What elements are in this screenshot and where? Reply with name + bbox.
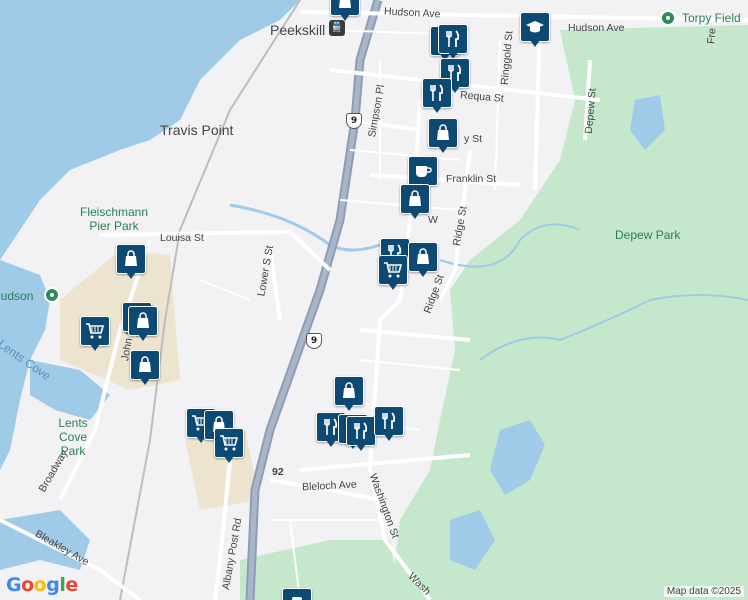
label-depew-park: Depew Park [615,228,681,242]
restaurant-icon [374,406,404,436]
pin-pointer [530,40,540,47]
poi-pin-shopping-bag[interactable] [334,376,364,412]
pin-pointer [344,404,354,411]
label-hudson: Hudson [0,289,34,303]
restaurant-icon [422,78,452,108]
us9-shield-north: 9 [346,113,362,129]
poi-pin-restaurant[interactable] [438,24,468,60]
google-logo-letter: o [33,574,47,596]
hudson-poi-icon[interactable] [44,287,60,303]
label-torpy-field: Torpy Field [682,11,741,25]
pin-pointer [326,440,336,447]
label-travis-point: Travis Point [160,122,234,138]
pin-pointer [138,334,148,341]
torpy-field-poi-icon[interactable] [660,10,676,26]
poi-pin-shopping-cart[interactable] [80,316,110,352]
poi-pin-shopping-cart[interactable] [214,428,244,464]
cafe-icon [408,156,438,186]
label-louisa-st: Louisa St [160,232,204,244]
poi-pin-shopping-bag[interactable] [128,306,158,342]
poi-pin-transit-station[interactable] [282,588,312,600]
map-canvas[interactable]: Peekskill Travis Point Fleischmann Pier … [0,0,748,600]
label-lents-cove-park: Lents Cove Park [58,416,88,458]
poi-pin-shopping-cart[interactable] [378,255,408,291]
shopping-bag-icon [428,118,458,148]
shopping-bag-icon [400,184,430,214]
shopping-cart-icon [378,255,408,285]
pin-pointer [410,212,420,219]
pin-pointer [356,444,366,451]
shopping-bag-icon [130,350,160,380]
pin-pointer [384,434,394,441]
poi-pin-shopping-bag[interactable] [400,184,430,220]
label-fre: Fre [705,27,719,45]
restaurant-icon [438,24,468,54]
transit-station-icon [282,588,312,600]
google-logo-letter: G [6,574,22,596]
pin-pointer [418,270,428,277]
map-data-attribution[interactable]: Map data ©2025 [663,586,744,597]
pin-pointer [388,283,398,290]
google-logo: Google [6,574,78,596]
transit-station-icon[interactable]: 🚆 [329,20,345,36]
us9-highway-inner [247,0,381,600]
shopping-cart-icon [214,428,244,458]
creek-3 [229,203,381,252]
poi-pin-school[interactable] [520,12,550,48]
shopping-bag-icon [128,306,158,336]
pin-pointer [438,146,448,153]
google-logo-letter: g [46,574,60,596]
pin-pointer [224,456,234,463]
poi-pin-shopping-bag[interactable] [330,0,360,22]
route-92-label: 92 [272,466,284,478]
poi-pin-shopping-bag[interactable] [130,350,160,386]
school-icon [520,12,550,42]
google-logo-letter: e [65,574,78,596]
pin-pointer [340,14,350,21]
pin-pointer [90,344,100,351]
label-peekskill: Peekskill [270,22,326,38]
shopping-bag-icon [408,242,438,272]
label-y-st: y St [464,133,483,145]
poi-pin-restaurant[interactable] [422,78,452,114]
poi-pin-shopping-bag[interactable] [408,242,438,278]
shopping-bag-icon [334,376,364,406]
label-fleischmann-pier-park-text: Fleischmann Pier Park [79,205,149,233]
us9-shield-south: 9 [306,333,322,349]
poi-pin-shopping-bag[interactable] [428,118,458,154]
label-fleischmann-pier-park: Fleischmann Pier Park [74,205,154,233]
shopping-cart-icon [80,316,110,346]
label-franklin-st: Franklin St [446,173,497,185]
pin-pointer [126,272,136,279]
restaurant-icon [346,416,376,446]
shopping-bag-icon [116,244,146,274]
poi-pin-shopping-bag[interactable] [116,244,146,280]
google-logo-text: Google [6,574,78,596]
south-park-area [240,540,400,600]
pin-pointer [140,378,150,385]
label-hudson-ave-east: Hudson Ave [568,22,625,34]
google-logo-letter: o [21,574,34,596]
poi-pin-restaurant[interactable] [374,406,404,442]
pin-pointer [432,106,442,113]
poi-pin-restaurant[interactable] [346,416,376,452]
